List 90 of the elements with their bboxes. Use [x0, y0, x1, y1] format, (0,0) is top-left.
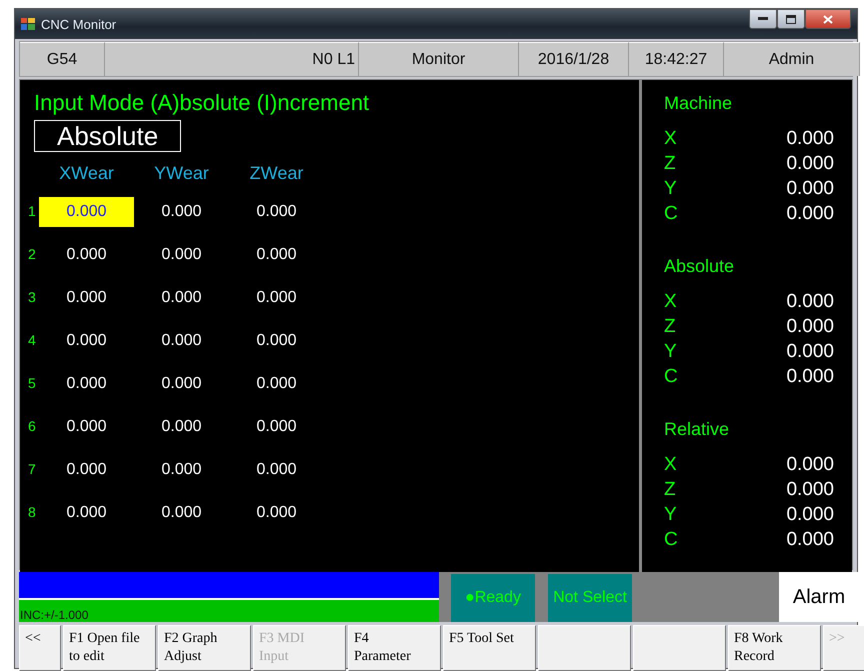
axis-value: 0.000: [786, 453, 834, 477]
row-number: 8: [27, 503, 37, 522]
minimize-icon: [758, 17, 768, 21]
ready-indicator: ●Ready: [451, 574, 535, 622]
axis-label: C: [664, 528, 678, 552]
increment-label: INC:+/-1.000: [19, 600, 439, 622]
row-number: 1: [27, 202, 37, 221]
row-number: 3: [27, 288, 37, 307]
axis-label: X: [664, 290, 677, 314]
program-line-label: N0 L1: [105, 42, 359, 76]
table-cell[interactable]: 0.000: [134, 412, 229, 442]
table-cell[interactable]: 0.000: [134, 498, 229, 528]
user-label: Admin: [724, 42, 860, 76]
axis-value: 0.000: [786, 315, 834, 339]
table-cell[interactable]: 0.000: [229, 368, 324, 398]
table-cell[interactable]: 0.000: [39, 282, 134, 312]
axis-value: 0.000: [786, 340, 834, 364]
mode-label: Monitor: [359, 42, 519, 76]
column-header: XWear: [58, 162, 115, 185]
close-button[interactable]: [805, 9, 851, 29]
position-group-title: Machine: [664, 92, 734, 115]
column-header: YWear: [153, 162, 210, 185]
selection-indicator: Not Select: [548, 574, 632, 622]
table-cell[interactable]: 0.000: [229, 454, 324, 484]
window-title: CNC Monitor: [41, 16, 116, 32]
axis-label: Y: [664, 177, 677, 201]
axis-value: 0.000: [786, 127, 834, 151]
time-label: 18:42:27: [629, 42, 724, 76]
table-cell[interactable]: 0.000: [134, 368, 229, 398]
function-key[interactable]: F8 Work Record: [728, 625, 821, 671]
table-cell[interactable]: 0.000: [134, 454, 229, 484]
function-key[interactable]: F5 Tool Set: [443, 625, 536, 671]
table-cell[interactable]: 0.000: [39, 368, 134, 398]
axis-label: Y: [664, 340, 677, 364]
minimize-button[interactable]: [749, 9, 777, 29]
function-key[interactable]: F1 Open file to edit: [63, 625, 156, 671]
axis-value: 0.000: [786, 290, 834, 314]
axis-label: C: [664, 365, 678, 389]
input-mode-title: Input Mode (A)bsolute (I)ncrement: [34, 90, 370, 116]
row-number: 2: [27, 245, 37, 264]
app-icon: [21, 18, 35, 30]
maximize-button[interactable]: [777, 9, 805, 29]
table-cell[interactable]: 0.000: [39, 498, 134, 528]
date-label: 2016/1/28: [519, 42, 629, 76]
maximize-icon: [786, 14, 796, 24]
axis-value: 0.000: [786, 152, 834, 176]
close-icon: [823, 14, 833, 24]
table-cell[interactable]: 0.000: [229, 240, 324, 270]
axis-label: X: [664, 453, 677, 477]
axis-value: 0.000: [786, 177, 834, 201]
axis-label: X: [664, 127, 677, 151]
position-group-title: Relative: [664, 418, 730, 441]
table-cell[interactable]: 0.000: [229, 412, 324, 442]
axis-value: 0.000: [786, 202, 834, 226]
axis-label: Z: [664, 478, 676, 502]
column-header: ZWear: [248, 162, 304, 185]
row-number: 6: [27, 417, 37, 436]
axis-value: 0.000: [786, 365, 834, 389]
axis-value: 0.000: [786, 503, 834, 527]
table-cell[interactable]: 0.000: [134, 326, 229, 356]
axis-label: Y: [664, 503, 677, 527]
table-cell[interactable]: 0.000: [39, 412, 134, 442]
table-cell[interactable]: 0.000: [134, 282, 229, 312]
row-number: 7: [27, 460, 37, 479]
axis-label: C: [664, 202, 678, 226]
function-key[interactable]: <<: [19, 625, 61, 671]
position-group-title: Absolute: [664, 255, 736, 278]
table-cell[interactable]: 0.000: [39, 196, 134, 226]
alarm-indicator: Alarm: [779, 572, 859, 622]
table-cell[interactable]: 0.000: [229, 326, 324, 356]
table-cell[interactable]: 0.000: [39, 454, 134, 484]
blank-function-key[interactable]: [538, 625, 631, 671]
axis-value: 0.000: [786, 528, 834, 552]
axis-label: Z: [664, 315, 676, 339]
table-cell[interactable]: 0.000: [39, 326, 134, 356]
table-cell[interactable]: 0.000: [229, 196, 324, 226]
table-cell[interactable]: 0.000: [39, 240, 134, 270]
table-cell[interactable]: 0.000: [134, 196, 229, 226]
function-key[interactable]: F2 Graph Adjust: [158, 625, 251, 671]
table-cell[interactable]: 0.000: [229, 282, 324, 312]
table-cell[interactable]: 0.000: [134, 240, 229, 270]
input-mode-value: Absolute: [34, 120, 182, 152]
table-cell[interactable]: 0.000: [229, 498, 324, 528]
coordinate-system-label: G54: [20, 42, 105, 76]
axis-value: 0.000: [786, 478, 834, 502]
function-key[interactable]: F4 Parameter: [348, 625, 441, 671]
blank-function-key[interactable]: [633, 625, 726, 671]
axis-label: Z: [664, 152, 676, 176]
row-number: 5: [27, 374, 37, 393]
row-number: 4: [27, 331, 37, 350]
